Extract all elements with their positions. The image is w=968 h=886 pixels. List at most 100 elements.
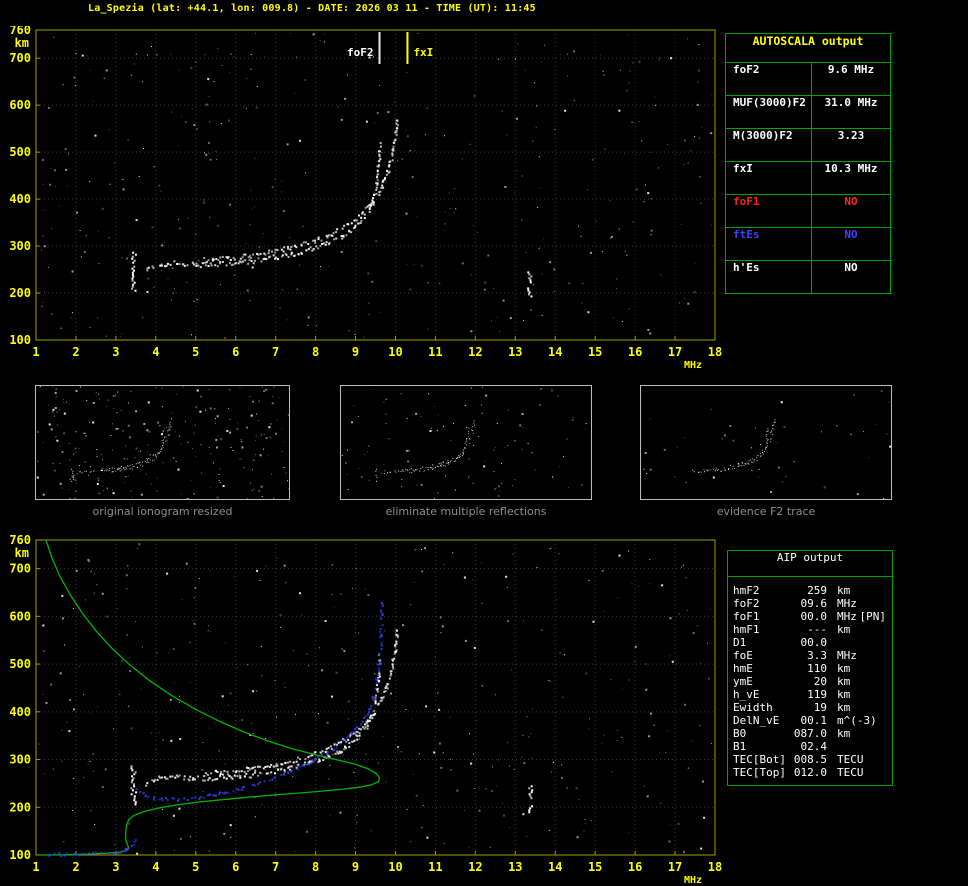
- aip-param-unit: MHz: [837, 597, 857, 610]
- autoscala-row-M(3000)F2: M(3000)F23.23: [726, 129, 890, 162]
- svg-text:16: 16: [628, 860, 642, 874]
- autoscala-row-ftEs: ftEsNO: [726, 228, 890, 261]
- autoscala-param-label: ftEs: [726, 228, 812, 260]
- aip-row-foF2: foF209.6MHz: [728, 597, 892, 610]
- aip-output-table: AIP output hmF2259kmfoF209.6MHzfoF100.0M…: [727, 550, 893, 786]
- svg-text:600: 600: [9, 98, 31, 112]
- thumbnail-f2-trace: [640, 385, 892, 500]
- svg-text:2: 2: [72, 860, 79, 874]
- aip-param-value: 012.0: [793, 766, 827, 779]
- aip-param-unit: MHz: [837, 610, 857, 623]
- aip-row-TEC[Top]: TEC[Top]012.0TECU: [728, 766, 892, 779]
- svg-text:500: 500: [9, 657, 31, 671]
- aip-row-foF1: foF100.0MHz[PN]: [728, 610, 892, 623]
- aip-param-name: B0: [733, 727, 793, 740]
- svg-text:500: 500: [9, 145, 31, 159]
- autoscala-row-MUF(3000)F2: MUF(3000)F231.0 MHz: [726, 96, 890, 129]
- aip-param-unit: km: [837, 688, 850, 701]
- aip-row-DelN_vE: DelN_vE00.1m^(-3): [728, 714, 892, 727]
- aip-param-unit: km: [837, 701, 850, 714]
- aip-row-hmF2: hmF2259km: [728, 584, 892, 597]
- thumbnail-original-canvas: [36, 386, 289, 499]
- svg-text:100: 100: [9, 333, 31, 347]
- svg-text:foF2: foF2: [347, 46, 374, 59]
- svg-text:3: 3: [112, 345, 119, 359]
- svg-text:4: 4: [152, 345, 159, 359]
- autoscala-param-value: NO: [812, 195, 890, 227]
- aip-table-rows: hmF2259kmfoF209.6MHzfoF100.0MHz[PN]hmF1-…: [728, 584, 892, 779]
- aip-param-unit: km: [837, 584, 850, 597]
- svg-text:12: 12: [468, 860, 482, 874]
- svg-text:14: 14: [548, 345, 562, 359]
- svg-text:fxI: fxI: [413, 46, 433, 59]
- aip-row-B1: B102.4: [728, 740, 892, 753]
- aip-param-value: 20: [793, 675, 827, 688]
- svg-text:10: 10: [388, 345, 402, 359]
- svg-text:km: km: [15, 546, 29, 560]
- ionogram-autoscaled-plot: 1234567891011121314151617181002003004005…: [0, 26, 724, 378]
- svg-text:8: 8: [312, 860, 319, 874]
- autoscala-param-value: 31.0 MHz: [812, 96, 890, 128]
- svg-text:600: 600: [9, 609, 31, 623]
- svg-text:9: 9: [352, 860, 359, 874]
- svg-text:1: 1: [32, 860, 39, 874]
- aip-param-name: hmF1: [733, 623, 793, 636]
- aip-param-name: foE: [733, 649, 793, 662]
- svg-text:400: 400: [9, 192, 31, 206]
- thumbnail-multiple-reflections: [340, 385, 592, 500]
- autoscala-param-label: foF1: [726, 195, 812, 227]
- svg-text:13: 13: [508, 860, 522, 874]
- aip-param-name: ymE: [733, 675, 793, 688]
- aip-param-unit: km: [837, 727, 850, 740]
- autoscala-row-foF2: foF29.6 MHz: [726, 63, 890, 96]
- aip-row-TEC[Bot]: TEC[Bot]008.5TECU: [728, 753, 892, 766]
- aip-param-name: TEC[Top]: [733, 766, 793, 779]
- autoscala-row-h'Es: h'EsNO: [726, 261, 890, 293]
- svg-text:10: 10: [388, 860, 402, 874]
- svg-text:300: 300: [9, 239, 31, 253]
- svg-text:100: 100: [9, 848, 31, 862]
- svg-text:MHz: MHz: [684, 360, 702, 371]
- aip-param-unit: km: [837, 675, 850, 688]
- svg-text:11: 11: [428, 345, 442, 359]
- svg-text:15: 15: [588, 345, 602, 359]
- station-title: La_Spezia (lat: +44.1, lon: 009.8) - DAT…: [88, 3, 536, 14]
- aip-param-value: 259: [793, 584, 827, 597]
- svg-text:200: 200: [9, 800, 31, 814]
- autoscala-table-header: AUTOSCALA output: [726, 34, 890, 63]
- aip-param-name: DelN_vE: [733, 714, 793, 727]
- aip-param-name: Ewidth: [733, 701, 793, 714]
- aip-param-value: 3.3: [793, 649, 827, 662]
- autoscala-param-label: MUF(3000)F2: [726, 96, 812, 128]
- aip-param-value: 02.4: [793, 740, 827, 753]
- aip-param-unit: MHz: [837, 649, 857, 662]
- autoscala-param-value: NO: [812, 228, 890, 260]
- svg-text:17: 17: [668, 860, 682, 874]
- svg-text:2: 2: [72, 345, 79, 359]
- svg-text:15: 15: [588, 860, 602, 874]
- autoscala-param-label: h'Es: [726, 261, 812, 293]
- svg-text:1: 1: [32, 345, 39, 359]
- svg-text:4: 4: [152, 860, 159, 874]
- svg-text:700: 700: [9, 562, 31, 576]
- svg-text:17: 17: [668, 345, 682, 359]
- aip-param-unit: km: [837, 623, 850, 636]
- aip-param-name: TEC[Bot]: [733, 753, 793, 766]
- aip-row-B0: B0087.0km: [728, 727, 892, 740]
- thumbnail-caption-original: original ionogram resized: [35, 505, 290, 518]
- autoscala-table-rows: foF29.6 MHzMUF(3000)F231.0 MHzM(3000)F23…: [726, 63, 890, 293]
- aip-param-note: [PN]: [860, 610, 888, 623]
- aip-param-value: 110: [793, 662, 827, 675]
- svg-text:3: 3: [112, 860, 119, 874]
- aip-row-h_vE: h_vE119km: [728, 688, 892, 701]
- aip-param-value: 00.0: [793, 636, 827, 649]
- aip-table-header: AIP output: [728, 551, 892, 577]
- svg-text:9: 9: [352, 345, 359, 359]
- aip-row-hmE: hmE110km: [728, 662, 892, 675]
- thumbnail-original-ionogram: [35, 385, 290, 500]
- aip-param-name: D1: [733, 636, 793, 649]
- aip-row-Ewidth: Ewidth19km: [728, 701, 892, 714]
- aip-param-value: ---: [793, 623, 827, 636]
- ionogram-profile-plot: 1234567891011121314151617181002003004005…: [0, 534, 724, 886]
- svg-text:13: 13: [508, 345, 522, 359]
